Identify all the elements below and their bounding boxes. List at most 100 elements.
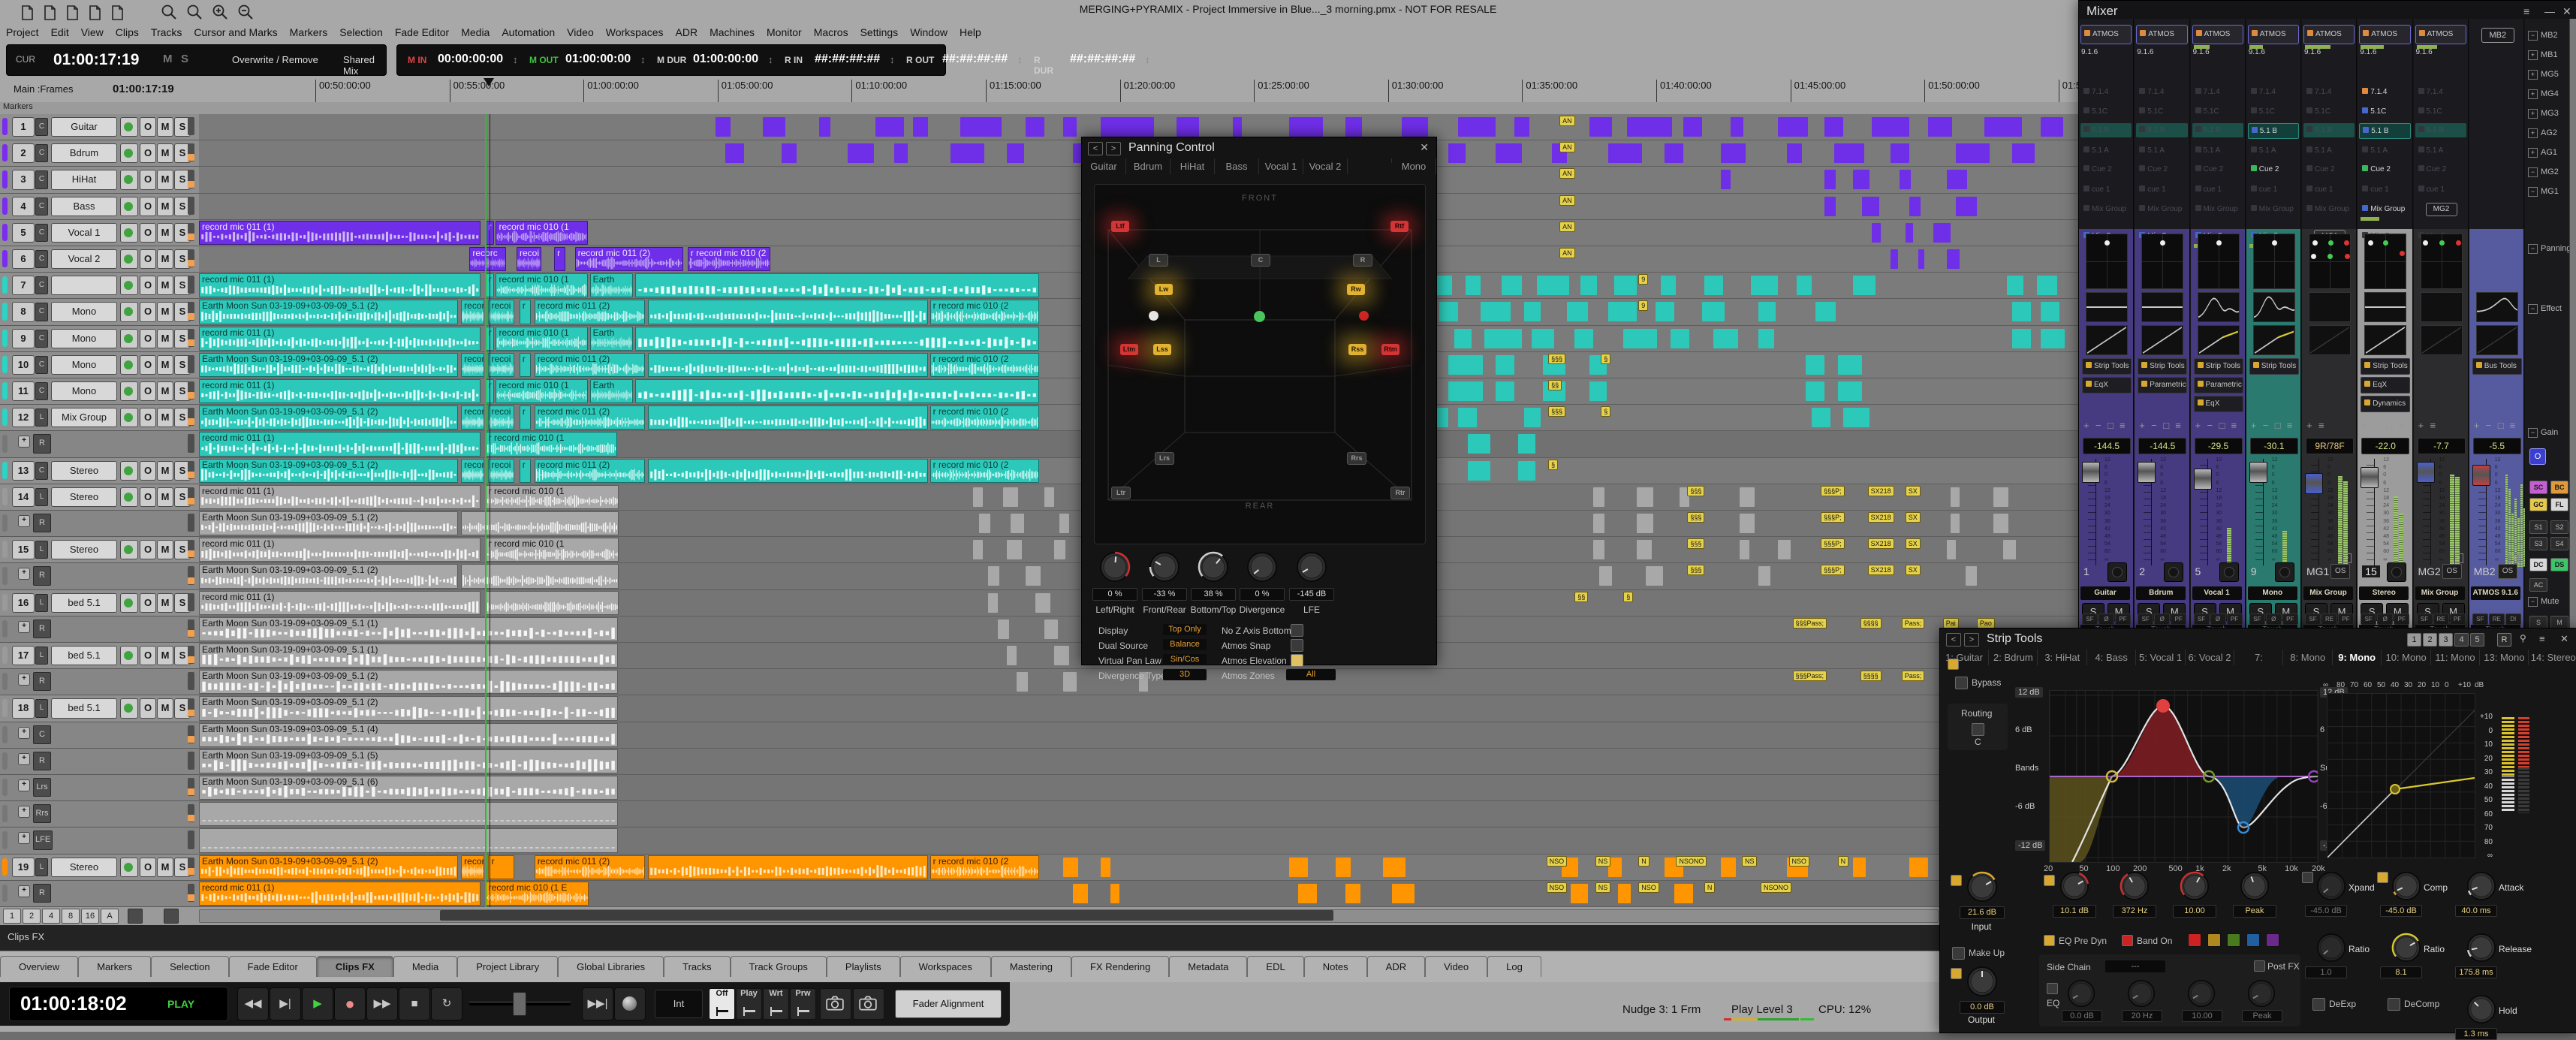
clip-fragment[interactable] (1054, 646, 1069, 665)
speaker-ltm[interactable]: Ltm (1120, 344, 1138, 355)
offline-media-badge[interactable]: NSO (1547, 882, 1568, 893)
fader-thumb[interactable] (2249, 462, 2267, 483)
clip-fragment[interactable] (1758, 329, 1773, 348)
menu-monitor[interactable]: Monitor (761, 24, 808, 41)
offline-media-badge[interactable]: AN (1559, 222, 1575, 232)
track-number[interactable]: 14 (12, 487, 35, 507)
ruler-tick[interactable]: 01:30:00:00 (1388, 80, 1444, 102)
bus-send-mix-group[interactable]: Mix Group (2136, 202, 2187, 216)
track-mute-button[interactable]: M (157, 329, 173, 348)
fader-thumb[interactable] (2417, 462, 2435, 483)
track-name[interactable]: Mix Group (51, 408, 117, 427)
insert-effect-parametric-ec[interactable]: Parametric Ec (2138, 377, 2187, 393)
audio-clip[interactable] (486, 591, 619, 615)
clip-fragment[interactable] (1758, 302, 1776, 321)
fx-tool-1[interactable]: ≡ (2318, 420, 2324, 431)
tab-tracks[interactable]: Tracks (664, 956, 731, 977)
audio-clip[interactable]: r record mic 010 (1 (486, 485, 619, 509)
fader-thumb[interactable] (2472, 465, 2490, 486)
pan-position-dot[interactable] (2344, 240, 2349, 246)
bus-send-5.1-a[interactable]: 5.1 A (2136, 143, 2187, 158)
track-name[interactable]: Vocal 2 (51, 249, 117, 269)
close-icon[interactable]: ✕ (2562, 5, 2571, 18)
arrange-lane[interactable] (199, 827, 2078, 854)
tab-markers[interactable]: Markers (78, 956, 151, 977)
clip-fragment[interactable] (973, 487, 983, 507)
clip-fragment[interactable] (1740, 487, 1755, 507)
audio-clip[interactable]: record mic 011 (1) (199, 221, 481, 245)
clip-fragment[interactable] (1580, 276, 1598, 295)
clip-fragment[interactable] (1947, 170, 1968, 189)
pan-position-dot[interactable] (2104, 240, 2110, 246)
expand-plus-icon[interactable]: + (2342, 553, 2352, 563)
gain-curve-thumbnail[interactable] (2141, 325, 2183, 355)
clip-fragment[interactable] (1518, 461, 1535, 481)
clip-fragment[interactable] (1574, 329, 1593, 348)
bus-send-5.1-a[interactable]: 5.1 A (2359, 143, 2410, 158)
audio-clip[interactable]: Earth Moon Sun 03-19-09+03-09-09_5.1 (1) (199, 644, 618, 668)
track-mute-button[interactable]: M (157, 540, 173, 559)
clip-fragment[interactable] (1824, 170, 1836, 189)
clip-fragment[interactable] (960, 117, 1002, 137)
track-mute-button[interactable]: M (157, 170, 173, 189)
automation-prw-button[interactable]: Prw (790, 988, 816, 1020)
gain-curve-thumbnail[interactable] (2364, 325, 2406, 355)
bus-send-5.1-a[interactable]: 5.1 A (2080, 143, 2132, 158)
track-mute-button[interactable]: M (157, 858, 173, 877)
menu-fade-editor[interactable]: Fade Editor (389, 24, 455, 41)
clip-fragment[interactable] (1458, 117, 1496, 137)
audio-clip[interactable]: record mic 011 (1) (199, 882, 481, 906)
strip-record-button[interactable] (2164, 562, 2183, 582)
clip-fragment[interactable] (1402, 117, 1428, 137)
bus-send-atmos[interactable]: ATMOS 9.1.6 (2415, 25, 2466, 44)
clip-fragment[interactable] (1044, 619, 1058, 639)
strip-sf-button[interactable]: SF (2417, 613, 2433, 625)
strip-tab-8-Mono[interactable]: 8: Mono (2284, 650, 2333, 665)
bus-send-5.1-b[interactable]: 5.1 B (2136, 123, 2187, 137)
bus-send-cue-1[interactable]: cue 1 (2192, 182, 2243, 197)
setting-value-divergence-type[interactable]: 3D (1163, 669, 1207, 680)
clip-fragment[interactable] (1233, 117, 1243, 137)
rail-group-ag2[interactable]: +AG2 (2528, 128, 2557, 138)
bus-send-5.1-a[interactable]: 5.1 A (2415, 143, 2466, 158)
track-channel-mode[interactable]: L (35, 541, 48, 559)
bus-send-cue-2[interactable]: Cue 2 (2192, 162, 2243, 176)
clip-fragment[interactable] (1026, 566, 1041, 586)
clip-fragment[interactable] (1289, 858, 1308, 877)
track-name[interactable]: Stereo (51, 461, 117, 481)
clip-fragment[interactable] (1496, 143, 1522, 163)
offline-media-badge[interactable]: §§§ (1687, 512, 1704, 523)
audio-clip[interactable] (648, 459, 928, 483)
header-select-2[interactable]: 2 (2423, 633, 2437, 647)
clip-fragment[interactable] (1589, 381, 1607, 401)
clip-fragment[interactable] (1035, 593, 1050, 613)
eq-curve-thumbnail[interactable] (2141, 292, 2183, 322)
edit-mode[interactable]: Overwrite / Remove (232, 54, 318, 65)
clip-fragment[interactable] (1063, 858, 1078, 877)
strip-sf-button[interactable]: SF (2472, 613, 2488, 625)
fx-tool-2[interactable]: □ (2275, 420, 2281, 431)
panner-tab-Vocal 1[interactable]: Vocal 1 (1259, 158, 1303, 174)
strip-pf-button[interactable]: PF (2394, 613, 2409, 625)
audio-clip[interactable]: record mic 011 (1) (199, 485, 481, 509)
pan-position-dot[interactable] (2327, 254, 2333, 259)
bus-send-mix-group[interactable]: Mix Group (2192, 202, 2243, 216)
fx-tool-0[interactable]: + (2251, 420, 2257, 431)
pan-source-red[interactable] (1359, 311, 1369, 321)
mark-field-value[interactable]: ##:##:##:## (815, 53, 880, 66)
audio-clip[interactable]: record mic 011 (2) (535, 405, 646, 430)
track-monitor-button[interactable]: O (140, 381, 156, 401)
track-mute-button[interactable]: M (157, 408, 173, 427)
subtrack-channel-label[interactable]: R (33, 514, 51, 532)
offline-media-badge[interactable]: SX218 (1868, 486, 1894, 496)
clip-fragment[interactable] (1101, 858, 1110, 877)
mark-field-spinner[interactable]: ↕ (890, 54, 895, 65)
rail-section-panning[interactable]: −Panning (2528, 244, 2571, 254)
track-monitor-button[interactable]: O (140, 593, 156, 613)
audio-clip[interactable] (199, 802, 618, 826)
clip-fragment[interactable] (1909, 858, 1928, 877)
mark-field-value[interactable]: 00:00:00:00 (438, 53, 503, 66)
offline-media-badge[interactable]: §§§ (1687, 486, 1704, 496)
clip-fragment[interactable] (1966, 566, 1977, 586)
audio-clip[interactable] (648, 405, 928, 430)
